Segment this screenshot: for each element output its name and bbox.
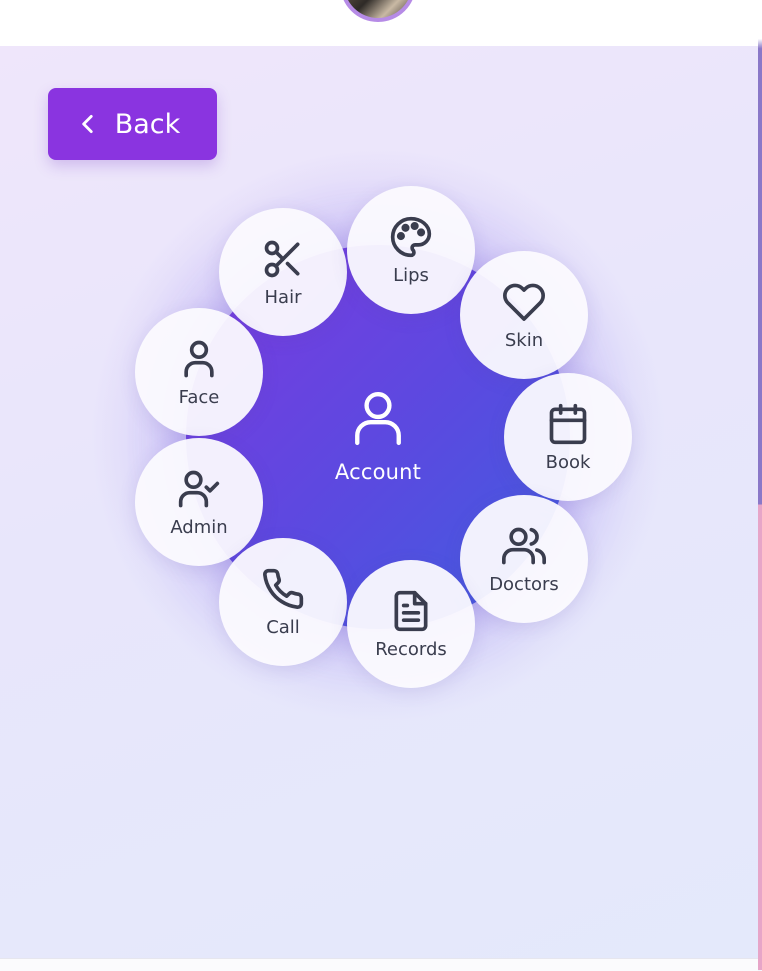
back-label: Back	[114, 108, 181, 140]
user-check-icon	[178, 470, 220, 507]
avatar[interactable]	[340, 0, 416, 22]
file-text-icon	[394, 590, 428, 631]
menu-item-label: Skin	[504, 329, 544, 351]
menu-item-book[interactable]: Book	[504, 373, 632, 501]
menu-item-label: Book	[545, 451, 591, 473]
calendar-icon	[549, 403, 587, 444]
menu-item-label: Face	[178, 386, 220, 408]
menu-item-skin[interactable]: Skin	[460, 251, 588, 379]
menu-item-records[interactable]: Records	[347, 560, 475, 688]
menu-item-label: Admin	[170, 516, 228, 538]
menu-item-lips[interactable]: Lips	[347, 186, 475, 314]
scissors-icon	[264, 240, 300, 277]
menu-item-label: Doctors	[489, 573, 559, 595]
heart-icon	[503, 283, 545, 321]
users-icon	[502, 527, 546, 564]
menu-item-face[interactable]: Face	[135, 308, 263, 436]
bottom-bar	[0, 958, 758, 971]
hub-label: Account	[334, 460, 422, 484]
menu-item-doctors[interactable]: Doctors	[460, 495, 588, 623]
menu-item-label: Call	[266, 616, 300, 638]
menu-item-hair[interactable]: Hair	[219, 208, 347, 336]
menu-item-label: Lips	[393, 264, 429, 286]
menu-item-call[interactable]: Call	[219, 538, 347, 666]
scrollbar[interactable]	[758, 0, 762, 970]
phone-icon	[263, 568, 304, 609]
menu-item-label: Hair	[264, 286, 302, 308]
chevron-left-icon	[81, 115, 93, 133]
back-button[interactable]: Back	[48, 88, 217, 160]
user-icon	[184, 340, 214, 377]
palette-icon	[390, 216, 432, 257]
menu-item-admin[interactable]: Admin	[135, 438, 263, 566]
menu-item-label: Records	[375, 638, 447, 660]
top-bar	[0, 0, 758, 46]
user-icon	[355, 391, 401, 446]
